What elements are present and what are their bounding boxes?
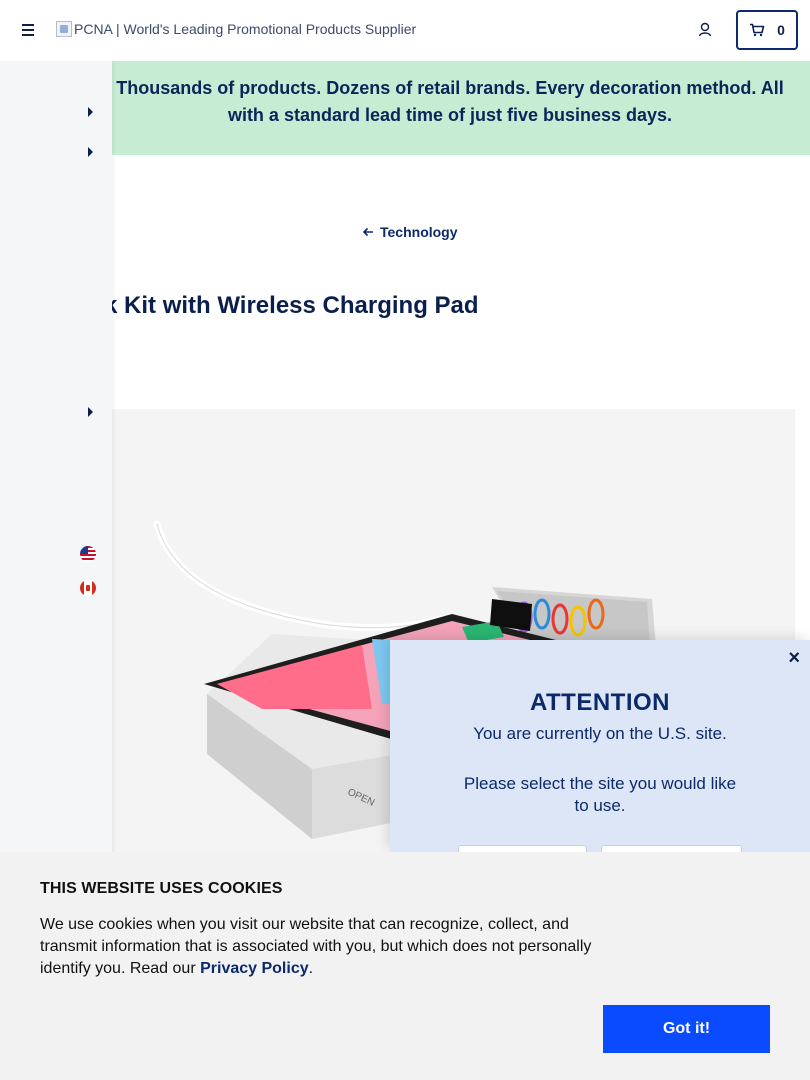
back-link-label: Technology: [380, 224, 458, 240]
promo-banner: Thousands of products. Dozens of retail …: [0, 61, 810, 155]
privacy-policy-link[interactable]: Privacy Policy: [200, 960, 309, 977]
close-icon[interactable]: ×: [788, 648, 800, 668]
cookie-message: We use cookies when you visit our websit…: [40, 914, 610, 980]
select-site-prompt: Please select the site you would like to…: [463, 774, 737, 815]
cookie-body-text: We use cookies when you visit our websit…: [40, 916, 592, 977]
cookie-heading: THIS WEBSITE USES COOKIES: [40, 880, 283, 897]
dialog-heading: ATTENTION: [529, 689, 671, 716]
logo-alt-text: PCNA | World's Leading Promotional Produ…: [74, 21, 417, 37]
back-to-category-link[interactable]: Technology: [362, 224, 458, 240]
cart-button[interactable]: 0: [736, 10, 798, 50]
caret-right-icon[interactable]: [88, 407, 93, 417]
promo-banner-text: Thousands of products. Dozens of retail …: [116, 78, 784, 125]
site-header: PCNA | World's Leading Promotional Produ…: [0, 0, 810, 60]
cart-count: 0: [777, 22, 785, 38]
cookie-consent-banner: THIS WEBSITE USES COOKIES We use cookies…: [0, 852, 810, 1080]
cookie-trailing: .: [308, 960, 314, 977]
current-site-message: You are currently on the U.S. site.: [473, 724, 727, 743]
arrow-left-icon: [362, 227, 373, 237]
user-icon[interactable]: [697, 21, 715, 39]
product-title: Desk Kit with Wireless Charging Pad: [60, 292, 479, 319]
us-flag-icon[interactable]: [80, 546, 96, 562]
accept-cookies-button[interactable]: Got it!: [603, 1005, 770, 1053]
hamburger-icon[interactable]: [18, 20, 38, 40]
broken-image-icon: [56, 21, 72, 37]
cart-icon: [750, 23, 765, 37]
caret-right-icon[interactable]: [88, 147, 93, 157]
canada-flag-icon[interactable]: [80, 580, 96, 596]
site-logo[interactable]: PCNA | World's Leading Promotional Produ…: [56, 21, 416, 37]
caret-right-icon[interactable]: [88, 107, 93, 117]
site-selector-dialog: × ATTENTION You are currently on the U.S…: [390, 640, 810, 875]
